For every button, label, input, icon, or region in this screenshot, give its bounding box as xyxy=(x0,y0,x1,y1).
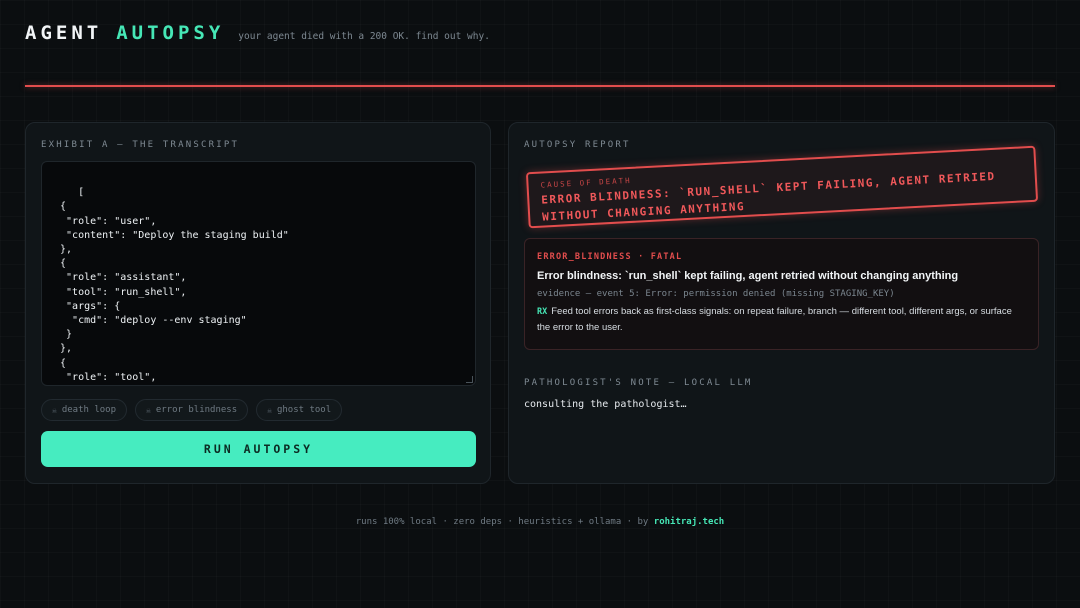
pathologist-note: consulting the pathologist… xyxy=(524,399,687,410)
finding-title: Error blindness: `run_shell` kept failin… xyxy=(537,270,959,282)
rx-text: Feed tool errors back as first-class sig… xyxy=(537,306,1012,333)
chip-label: ghost tool xyxy=(276,405,332,415)
run-autopsy-button[interactable]: RUN AUTOPSY xyxy=(41,431,476,467)
logo-autopsy: AUTOPSY xyxy=(116,22,225,44)
footer-text: runs 100% local · zero deps · heuristics… xyxy=(355,517,649,527)
finding-rx: RX Feed tool errors back as first-class s… xyxy=(537,304,1026,335)
logo-agent: AGENT xyxy=(25,22,103,44)
skull-icon: ☠ xyxy=(267,405,272,415)
tagline: your agent died with a 200 OK. find out … xyxy=(238,31,490,42)
rx-label: RX xyxy=(537,307,548,317)
chip-ghost-tool[interactable]: ☠ ghost tool xyxy=(256,399,343,421)
chip-label: death loop xyxy=(61,405,117,415)
report-panel: AUTOPSY REPORT CAUSE OF DEATH ERROR BLIN… xyxy=(508,122,1055,484)
finding-code: ERROR_BLINDNESS · FATAL xyxy=(537,252,683,262)
resize-handle[interactable] xyxy=(466,376,473,383)
transcript-panel-title: EXHIBIT A — THE TRANSCRIPT xyxy=(41,140,240,150)
sample-chips: ☠ death loop ☠ error blindness ☠ ghost t… xyxy=(41,399,343,421)
transcript-text: [ { "role": "user", "content": "Deploy t… xyxy=(60,187,289,383)
cause-of-death-stamp: CAUSE OF DEATH ERROR BLINDNESS: `RUN_SHE… xyxy=(525,145,1039,229)
footer: runs 100% local · zero deps · heuristics… xyxy=(0,517,1080,527)
chip-death-loop[interactable]: ☠ death loop xyxy=(41,399,128,421)
finding-card: ERROR_BLINDNESS · FATAL Error blindness:… xyxy=(524,238,1039,350)
app-header: AGENT AUTOPSY your agent died with a 200… xyxy=(25,22,490,48)
skull-icon: ☠ xyxy=(146,405,151,415)
pathologist-note-title: PATHOLOGIST'S NOTE — LOCAL LLM xyxy=(524,378,753,388)
transcript-textarea[interactable]: [ { "role": "user", "content": "Deploy t… xyxy=(41,161,476,386)
skull-icon: ☠ xyxy=(52,405,57,415)
transcript-panel: EXHIBIT A — THE TRANSCRIPT [ { "role": "… xyxy=(25,122,491,484)
chip-error-blindness[interactable]: ☠ error blindness xyxy=(135,399,249,421)
header-divider xyxy=(25,85,1055,87)
report-panel-title: AUTOPSY REPORT xyxy=(524,140,631,150)
chip-label: error blindness xyxy=(155,405,238,415)
finding-evidence: evidence — event 5: Error: permission de… xyxy=(537,289,895,299)
footer-link[interactable]: rohitraj.tech xyxy=(654,517,724,527)
